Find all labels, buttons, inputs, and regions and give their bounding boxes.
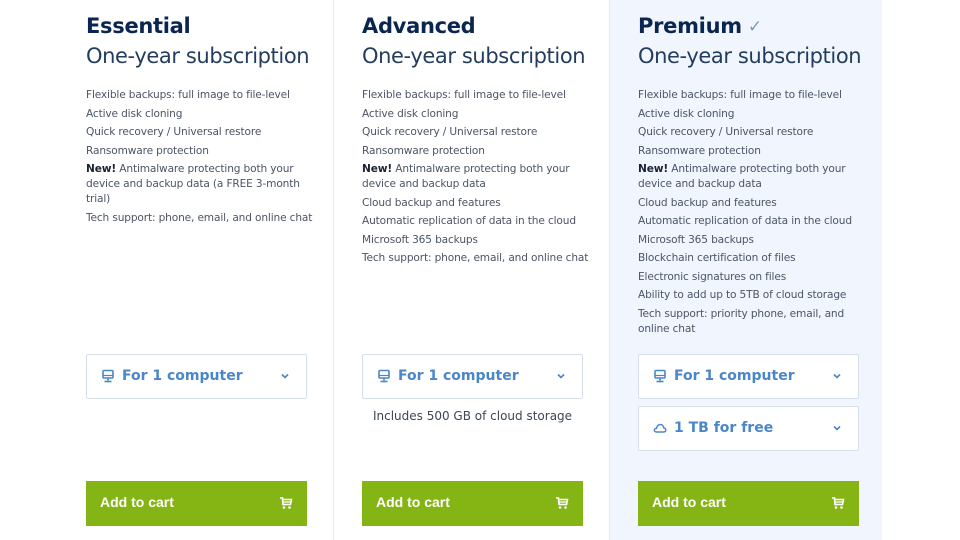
plan-term: One-year subscription xyxy=(638,44,862,68)
feature-list: Flexible backups: full image to file-lev… xyxy=(86,88,316,229)
plan-term: One-year subscription xyxy=(86,44,310,68)
add-to-cart-button[interactable]: Add to cart xyxy=(362,481,583,526)
monitor-icon xyxy=(102,369,114,383)
cloud-icon xyxy=(653,423,667,433)
plan-name: Essential xyxy=(86,14,191,38)
feature-item: Active disk cloning xyxy=(86,107,183,120)
cart-icon xyxy=(280,497,293,509)
plan-name: Premium ✓ xyxy=(638,14,762,38)
feature-item: Quick recovery / Universal restore xyxy=(638,126,814,138)
select-value: 1 TB for free xyxy=(674,420,774,436)
button-label: Add to cart xyxy=(652,494,726,510)
add-to-cart-button[interactable]: Add to cart xyxy=(638,481,859,526)
plan-card-essential: Essential One-year subscription Flexible… xyxy=(86,0,312,540)
add-to-cart-button[interactable]: Add to cart xyxy=(86,481,307,526)
select-value: For 1 computer xyxy=(122,368,243,384)
feature-list: Flexible backups: full image to file-lev… xyxy=(362,88,592,270)
feature-item: New! Antimalware protecting both your de… xyxy=(638,163,846,190)
button-label: Add to cart xyxy=(100,494,174,510)
chevron-down-icon xyxy=(557,373,565,379)
chevron-down-icon xyxy=(281,373,289,379)
button-label: Add to cart xyxy=(376,494,450,510)
chevron-down-icon xyxy=(833,425,841,431)
feature-item: Ransomware protection xyxy=(638,144,761,157)
feature-item: Flexible backups: full image to file-lev… xyxy=(86,89,290,101)
feature-item: Cloud backup and features xyxy=(638,196,777,209)
feature-item: Tech support: priority phone, email, and… xyxy=(638,307,845,335)
feature-item: New! Antimalware protecting both your de… xyxy=(86,163,300,205)
plan-name: Advanced xyxy=(362,14,476,38)
computers-select[interactable]: For 1 computer xyxy=(638,354,859,399)
feature-item: Flexible backups: full image to file-lev… xyxy=(638,89,842,101)
plan-card-advanced: Advanced One-year subscription Flexible … xyxy=(362,0,588,540)
feature-item: Microsoft 365 backups xyxy=(638,233,754,246)
feature-item: Flexible backups: full image to file-lev… xyxy=(362,89,566,101)
select-value: For 1 computer xyxy=(398,368,519,384)
cart-icon xyxy=(556,497,569,509)
feature-item: Automatic replication of data in the clo… xyxy=(362,215,576,227)
feature-item: New! Antimalware protecting both your de… xyxy=(362,163,570,190)
cloud-storage-select[interactable]: 1 TB for free xyxy=(638,406,859,451)
feature-item: Microsoft 365 backups xyxy=(362,233,478,246)
feature-item: Blockchain certification of files xyxy=(638,252,796,264)
feature-item: Active disk cloning xyxy=(638,107,735,120)
feature-item: Cloud backup and features xyxy=(362,196,501,209)
chevron-down-icon xyxy=(833,373,841,379)
new-badge: New! xyxy=(638,163,669,175)
plan-card-premium: Premium ✓ One-year subscription Flexible … xyxy=(638,0,862,540)
new-badge: New! xyxy=(362,163,393,175)
plan-term: One-year subscription xyxy=(362,44,586,68)
column-divider xyxy=(333,0,334,540)
select-value: For 1 computer xyxy=(674,368,795,384)
feature-item: Active disk cloning xyxy=(362,107,459,120)
computers-select[interactable]: For 1 computer xyxy=(86,354,307,399)
feature-item: Ransomware protection xyxy=(86,144,209,157)
check-icon: ✓ xyxy=(747,17,762,37)
pricing-page: Essential One-year subscription Flexible… xyxy=(0,0,960,540)
feature-item: Ability to add up to 5TB of cloud storag… xyxy=(638,289,847,301)
feature-item: Automatic replication of data in the clo… xyxy=(638,215,852,227)
cart-icon xyxy=(832,497,845,509)
feature-item: Quick recovery / Universal restore xyxy=(86,126,262,138)
monitor-icon xyxy=(654,369,666,383)
monitor-icon xyxy=(378,369,390,383)
feature-list: Flexible backups: full image to file-lev… xyxy=(638,88,868,340)
feature-item: Tech support: phone, email, and online c… xyxy=(362,252,589,264)
feature-item: Ransomware protection xyxy=(362,144,485,157)
storage-note: Includes 500 GB of cloud storage xyxy=(372,409,573,423)
feature-item: Tech support: phone, email, and online c… xyxy=(86,211,313,224)
feature-item: Electronic signatures on files xyxy=(638,270,787,283)
feature-item: Quick recovery / Universal restore xyxy=(362,126,538,138)
new-badge: New! xyxy=(86,163,117,175)
computers-select[interactable]: For 1 computer xyxy=(362,354,583,399)
